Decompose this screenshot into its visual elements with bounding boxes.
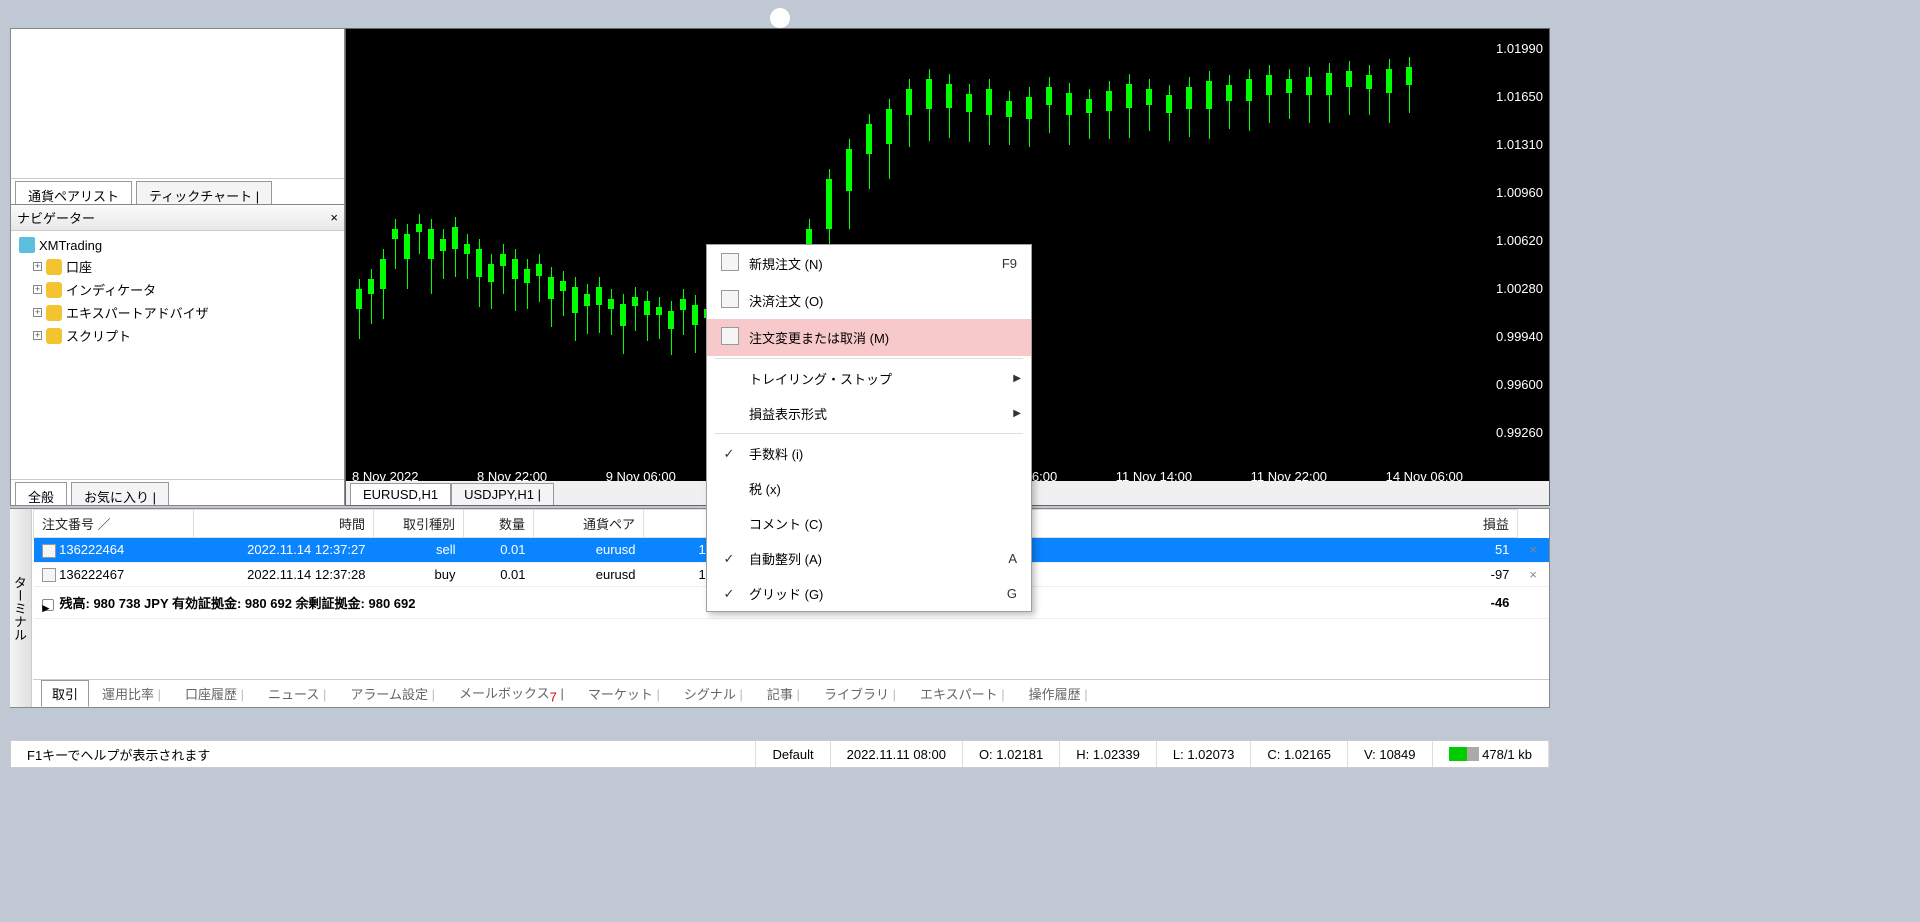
tab-favorites[interactable]: お気に入り | xyxy=(71,482,169,505)
menu-item-label: 新規注文 (N) xyxy=(749,254,990,273)
document-icon xyxy=(721,253,737,274)
menu-item[interactable]: 新規注文 (N) F9 xyxy=(707,245,1031,282)
status-open: O: 1.02181 xyxy=(963,741,1060,767)
menu-item-label: トレイリング・ストップ xyxy=(749,369,1017,388)
tab-general[interactable]: 全般 xyxy=(15,482,67,505)
menu-item[interactable]: トレイリング・ストップ▶ xyxy=(707,361,1031,396)
menu-item-label: 注文変更または取消 (M) xyxy=(749,328,1017,347)
menu-item[interactable]: 決済注文 (O) xyxy=(707,282,1031,319)
menu-item-label: グリッド (G) xyxy=(749,584,995,603)
context-menu: 新規注文 (N) F9 決済注文 (O) 注文変更または取消 (M) トレイリング・スト… xyxy=(706,244,1032,612)
close-position-icon[interactable]: × xyxy=(1525,542,1541,557)
terminal-tab[interactable]: 口座履歴 | xyxy=(174,680,255,707)
window-handle xyxy=(770,8,790,28)
column-header[interactable]: 注文番号 ／ xyxy=(34,510,194,538)
document-icon xyxy=(721,290,737,311)
status-low: L: 1.02073 xyxy=(1157,741,1251,767)
expert-icon xyxy=(46,305,62,321)
menu-item-label: 自動整列 (A) xyxy=(749,549,996,568)
menu-shortcut: A xyxy=(1008,551,1017,566)
tree-item-expert[interactable]: +エキスパートアドバイザ xyxy=(15,301,340,324)
column-header[interactable]: 通貨ペア xyxy=(534,510,644,538)
menu-item[interactable]: ✓自動整列 (A)A xyxy=(707,541,1031,576)
menu-item-label: 手数料 (i) xyxy=(749,444,1017,463)
account-icon xyxy=(46,259,62,275)
menu-item[interactable]: ✓グリッド (G)G xyxy=(707,576,1031,611)
column-header[interactable]: 数量 xyxy=(464,510,534,538)
menu-shortcut: F9 xyxy=(1002,256,1017,271)
menu-item[interactable]: ✓手数料 (i) xyxy=(707,436,1031,471)
tree-item-script[interactable]: +スクリプト xyxy=(15,324,340,347)
menu-item[interactable]: コメント (C) xyxy=(707,506,1031,541)
y-axis-label: 1.01990 xyxy=(1496,41,1543,56)
expand-icon[interactable]: + xyxy=(33,285,42,294)
menu-item[interactable]: 税 (x) xyxy=(707,471,1031,506)
column-header[interactable]: 時間 xyxy=(194,510,374,538)
terminal-tab[interactable]: 取引 xyxy=(41,680,89,707)
document-icon xyxy=(721,327,737,348)
status-time: 2022.11.11 08:00 xyxy=(831,741,963,767)
y-axis-label: 0.99940 xyxy=(1496,329,1543,344)
chart-tab-eurusd[interactable]: EURUSD,H1 xyxy=(350,483,451,505)
status-bar: F1キーでヘルプが表示されます Default 2022.11.11 08:00… xyxy=(10,740,1550,768)
terminal-tab[interactable]: アラーム設定 | xyxy=(339,680,446,707)
y-axis-label: 1.01650 xyxy=(1496,89,1543,104)
menu-item[interactable]: 注文変更または取消 (M) xyxy=(707,319,1031,356)
y-axis-label: 0.99260 xyxy=(1496,425,1543,440)
status-help: F1キーでヘルプが表示されます xyxy=(11,741,756,767)
status-profile[interactable]: Default xyxy=(756,741,830,767)
column-header[interactable]: 取引種別 xyxy=(374,510,464,538)
terminal-tab[interactable]: エキスパート | xyxy=(909,680,1016,707)
terminal-title: ターミナル xyxy=(10,509,32,707)
status-high: H: 1.02339 xyxy=(1060,741,1157,767)
terminal-tab[interactable]: マーケット | xyxy=(577,680,671,707)
tab-symbol-list[interactable]: 通貨ペアリスト xyxy=(15,181,132,204)
expand-icon[interactable]: + xyxy=(33,331,42,340)
status-volume: V: 10849 xyxy=(1348,741,1433,767)
terminal-tab[interactable]: 操作履歴 | xyxy=(1018,680,1099,707)
chart-tab-usdjpy[interactable]: USDJPY,H1 | xyxy=(451,483,554,505)
expand-icon[interactable]: + xyxy=(33,308,42,317)
menu-item-label: コメント (C) xyxy=(749,514,1017,533)
terminal-tab[interactable]: ニュース | xyxy=(257,680,337,707)
status-connection: 478/1 kb xyxy=(1433,741,1550,767)
tree-root[interactable]: XMTrading xyxy=(15,235,340,255)
tree-item-account[interactable]: +口座 xyxy=(15,255,340,278)
terminal-tab[interactable]: 運用比率 | xyxy=(91,680,172,707)
indicator-icon xyxy=(46,282,62,298)
submenu-arrow-icon: ▶ xyxy=(1013,373,1021,384)
y-axis-label: 1.00960 xyxy=(1496,185,1543,200)
expand-icon[interactable]: + xyxy=(33,262,42,271)
tree-item-indicator[interactable]: +インディケータ xyxy=(15,278,340,301)
status-close: C: 1.02165 xyxy=(1251,741,1348,767)
menu-shortcut: G xyxy=(1007,586,1017,601)
y-axis-label: 0.99600 xyxy=(1496,377,1543,392)
broker-icon xyxy=(19,237,35,253)
close-position-icon[interactable]: × xyxy=(1525,567,1541,582)
tab-tick-chart[interactable]: ティックチャート | xyxy=(136,181,272,204)
y-axis-label: 1.00620 xyxy=(1496,233,1543,248)
submenu-arrow-icon: ▶ xyxy=(1013,408,1021,419)
y-axis-label: 1.01310 xyxy=(1496,137,1543,152)
script-icon xyxy=(46,328,62,344)
menu-item-label: 税 (x) xyxy=(749,479,1017,498)
y-axis-label: 1.00280 xyxy=(1496,281,1543,296)
close-icon[interactable]: × xyxy=(330,210,338,225)
terminal-tab[interactable]: 記事 | xyxy=(756,680,811,707)
menu-item-label: 損益表示形式 xyxy=(749,404,1017,423)
terminal-tab[interactable]: ライブラリ | xyxy=(813,680,907,707)
terminal-tab[interactable]: メールボックス7 | xyxy=(448,679,575,709)
menu-item[interactable]: 損益表示形式▶ xyxy=(707,396,1031,431)
menu-item-label: 決済注文 (O) xyxy=(749,291,1017,310)
terminal-tab[interactable]: シグナル | xyxy=(673,680,754,707)
signal-icon xyxy=(1449,747,1479,761)
navigator-title: ナビゲーター xyxy=(17,208,95,227)
market-watch-panel: 通貨ペアリスト ティックチャート | xyxy=(11,29,344,204)
